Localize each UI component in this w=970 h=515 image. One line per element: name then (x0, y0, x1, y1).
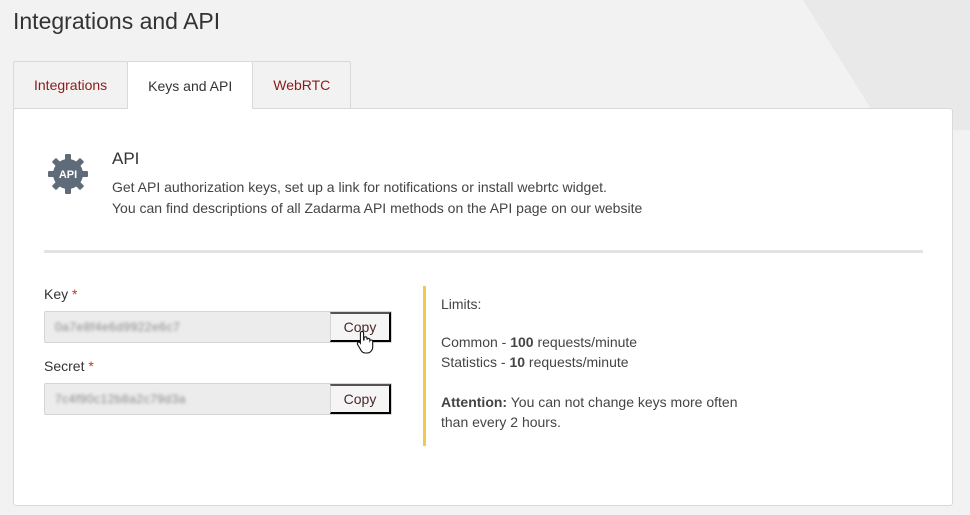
api-description-line: Get API authorization keys, set up a lin… (112, 179, 607, 195)
api-icon-label: API (59, 169, 77, 181)
tab-webrtc[interactable]: WebRTC (252, 61, 352, 108)
limit-statistics: Statistics - 10 requests/minute (441, 354, 629, 370)
tab-keys-and-api[interactable]: Keys and API (127, 61, 254, 109)
tab-bar: Integrations Keys and API WebRTC (13, 61, 352, 109)
limits-heading: Limits: (441, 296, 482, 312)
key-label: Key * (44, 286, 78, 302)
key-value[interactable]: 0a7e8f4e6d9922e6c7 (45, 312, 330, 342)
hand-pointer-icon (356, 330, 374, 354)
secret-label: Secret * (44, 358, 94, 374)
required-mark: * (88, 358, 94, 374)
page-title: Integrations and API (13, 8, 221, 34)
limits-box: Limits: Common - 100 requests/minute Sta… (423, 286, 743, 446)
copy-secret-button[interactable]: Copy (330, 384, 391, 414)
keys-api-panel: API API Get API authorization keys, set … (13, 108, 953, 506)
tab-integrations[interactable]: Integrations (13, 61, 129, 108)
limit-common: Common - 100 requests/minute (441, 334, 638, 350)
api-description-line: You can find descriptions of all Zadarma… (112, 200, 643, 216)
api-section-title: API (112, 149, 140, 168)
secret-value[interactable]: 7c4f90c12b8a2c79d3a (45, 384, 330, 414)
attention-note: Attention: You can not change keys more … (441, 394, 738, 410)
api-description: Get API authorization keys, set up a lin… (112, 177, 642, 219)
required-mark: * (72, 286, 78, 302)
api-gear-icon: API (48, 154, 88, 194)
key-field[interactable]: 0a7e8f4e6d9922e6c7 Copy (44, 311, 392, 343)
section-divider (44, 250, 923, 253)
secret-field[interactable]: 7c4f90c12b8a2c79d3a Copy (44, 383, 392, 415)
attention-note-line: than every 2 hours. (441, 414, 561, 430)
